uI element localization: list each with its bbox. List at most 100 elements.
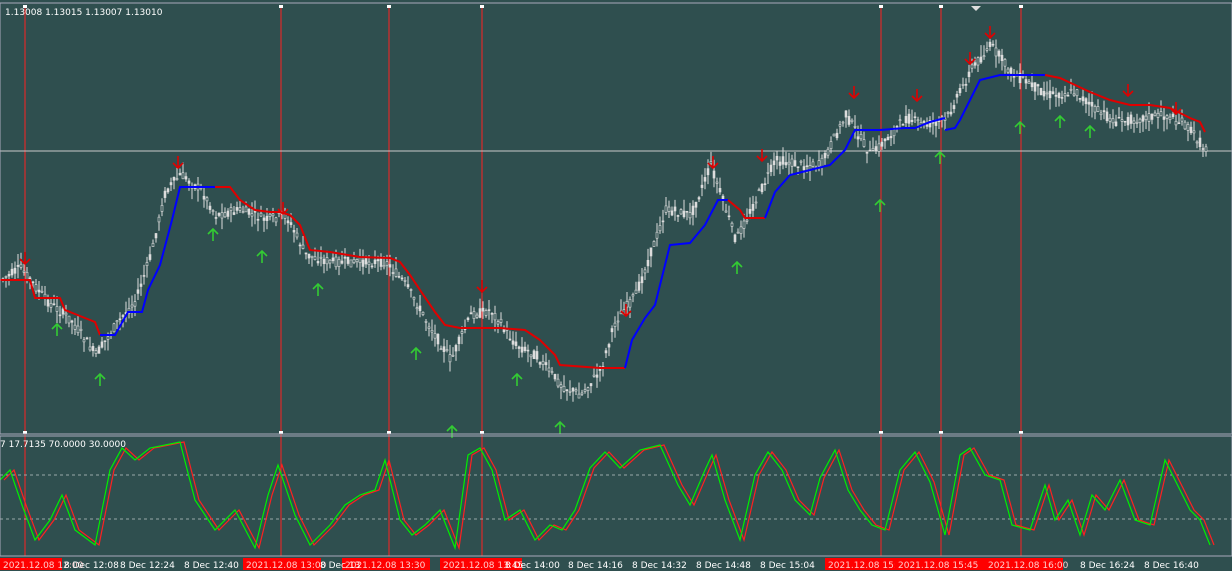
candle-body <box>307 253 311 259</box>
candle-body <box>1129 114 1133 124</box>
candle-body <box>157 216 161 223</box>
candle-body <box>562 385 566 392</box>
candle-body <box>1141 115 1145 122</box>
candle-body <box>847 116 851 125</box>
candle-body <box>766 172 770 174</box>
candle-body <box>904 116 908 124</box>
candle-body <box>292 230 296 233</box>
candle-body <box>433 333 437 339</box>
candle-body <box>754 201 758 204</box>
candle-body <box>148 254 152 260</box>
time-label: 8 Dec 14:16 <box>568 561 623 571</box>
oscillator-signal-line <box>3 441 1215 551</box>
candle-body <box>151 243 155 247</box>
candle-body <box>1003 59 1007 67</box>
candle-body <box>706 168 710 176</box>
candle-body <box>913 116 917 119</box>
candle-body <box>961 84 965 86</box>
chart-window[interactable]: 2021.12.08 12:00 2021.12.08 13:00 2021.12.… <box>0 0 1232 571</box>
candle-body <box>496 321 500 325</box>
candle-body <box>322 258 326 265</box>
candle-body <box>922 120 926 123</box>
candle-body <box>574 389 578 392</box>
buy-arrow-icon <box>51 322 63 336</box>
candle-body <box>511 340 515 345</box>
candle-body <box>973 62 977 66</box>
candle-body <box>568 390 572 393</box>
candle-body <box>982 55 986 58</box>
candle-body <box>340 260 344 264</box>
candle-body <box>724 210 728 213</box>
buy-arrow-icon <box>1054 114 1066 128</box>
candle-body <box>304 252 308 255</box>
candle-body <box>781 156 785 165</box>
candle-body <box>4 276 8 278</box>
line-handle[interactable] <box>1019 5 1023 8</box>
candle-body <box>22 270 26 273</box>
candle-body <box>907 113 911 124</box>
chart-canvas[interactable]: 2021.12.08 12:00 2021.12.08 13:00 2021.12.… <box>0 0 1232 571</box>
time-label: 8 Dec 14:00 <box>505 561 560 571</box>
candle-body <box>889 136 893 139</box>
line-handle[interactable] <box>939 5 943 8</box>
candle-body <box>763 183 767 185</box>
buy-arrow-icon <box>934 150 946 164</box>
candle-body <box>19 263 23 268</box>
candle-body <box>88 346 92 351</box>
candle-body <box>403 280 407 282</box>
candle-body <box>1126 116 1130 126</box>
candle-body <box>820 157 824 167</box>
candle-body <box>133 301 137 307</box>
candle-body <box>250 213 254 217</box>
line-handle[interactable] <box>279 5 283 8</box>
candle-body <box>844 110 848 118</box>
candle-body <box>202 195 206 200</box>
candle-body <box>271 213 275 217</box>
oscillator-series <box>0 441 1232 551</box>
candle-body <box>808 165 812 170</box>
candle-body <box>262 217 266 221</box>
candle-body <box>1147 113 1151 122</box>
candle-body <box>1030 82 1034 88</box>
buy-arrow-icon <box>731 260 743 274</box>
line-handle[interactable] <box>387 5 391 8</box>
candle-body <box>1180 117 1184 122</box>
candle-body <box>868 149 872 152</box>
candle-body <box>1192 130 1196 134</box>
candle-body <box>442 346 446 352</box>
candle-body <box>841 121 845 124</box>
candle-body <box>709 161 713 165</box>
candle-body <box>295 232 299 238</box>
candle-body <box>793 160 797 167</box>
candle-body <box>850 119 854 122</box>
candle-body <box>748 208 752 214</box>
candle-body <box>688 212 692 219</box>
candle-body <box>55 306 59 312</box>
candle-body <box>730 222 734 227</box>
candle-body <box>13 267 17 274</box>
candle-body <box>1159 111 1163 117</box>
candle-body <box>988 41 992 48</box>
candle-body <box>949 111 953 115</box>
candle-body <box>223 212 227 218</box>
candle-body <box>31 281 35 284</box>
candle-body <box>247 208 251 215</box>
candle-body <box>613 322 617 327</box>
candle-body <box>811 161 815 167</box>
candle-body <box>649 247 653 257</box>
candle-body <box>1033 82 1037 92</box>
line-handle[interactable] <box>480 5 484 8</box>
candle-body <box>1171 113 1175 117</box>
time-label: 8 Dec 12:24 <box>120 561 175 571</box>
buy-arrow-icon <box>1014 120 1026 134</box>
candle-body <box>418 305 422 312</box>
candle-body <box>175 178 179 180</box>
candle-body <box>178 172 182 176</box>
line-handle[interactable] <box>879 5 883 8</box>
candle-body <box>1027 81 1031 84</box>
candle-body <box>1105 111 1109 122</box>
candle-body <box>952 105 956 110</box>
sell-arrow-icon <box>476 280 488 294</box>
candle-body <box>301 244 305 249</box>
shift-triangle-icon[interactable] <box>971 6 981 11</box>
